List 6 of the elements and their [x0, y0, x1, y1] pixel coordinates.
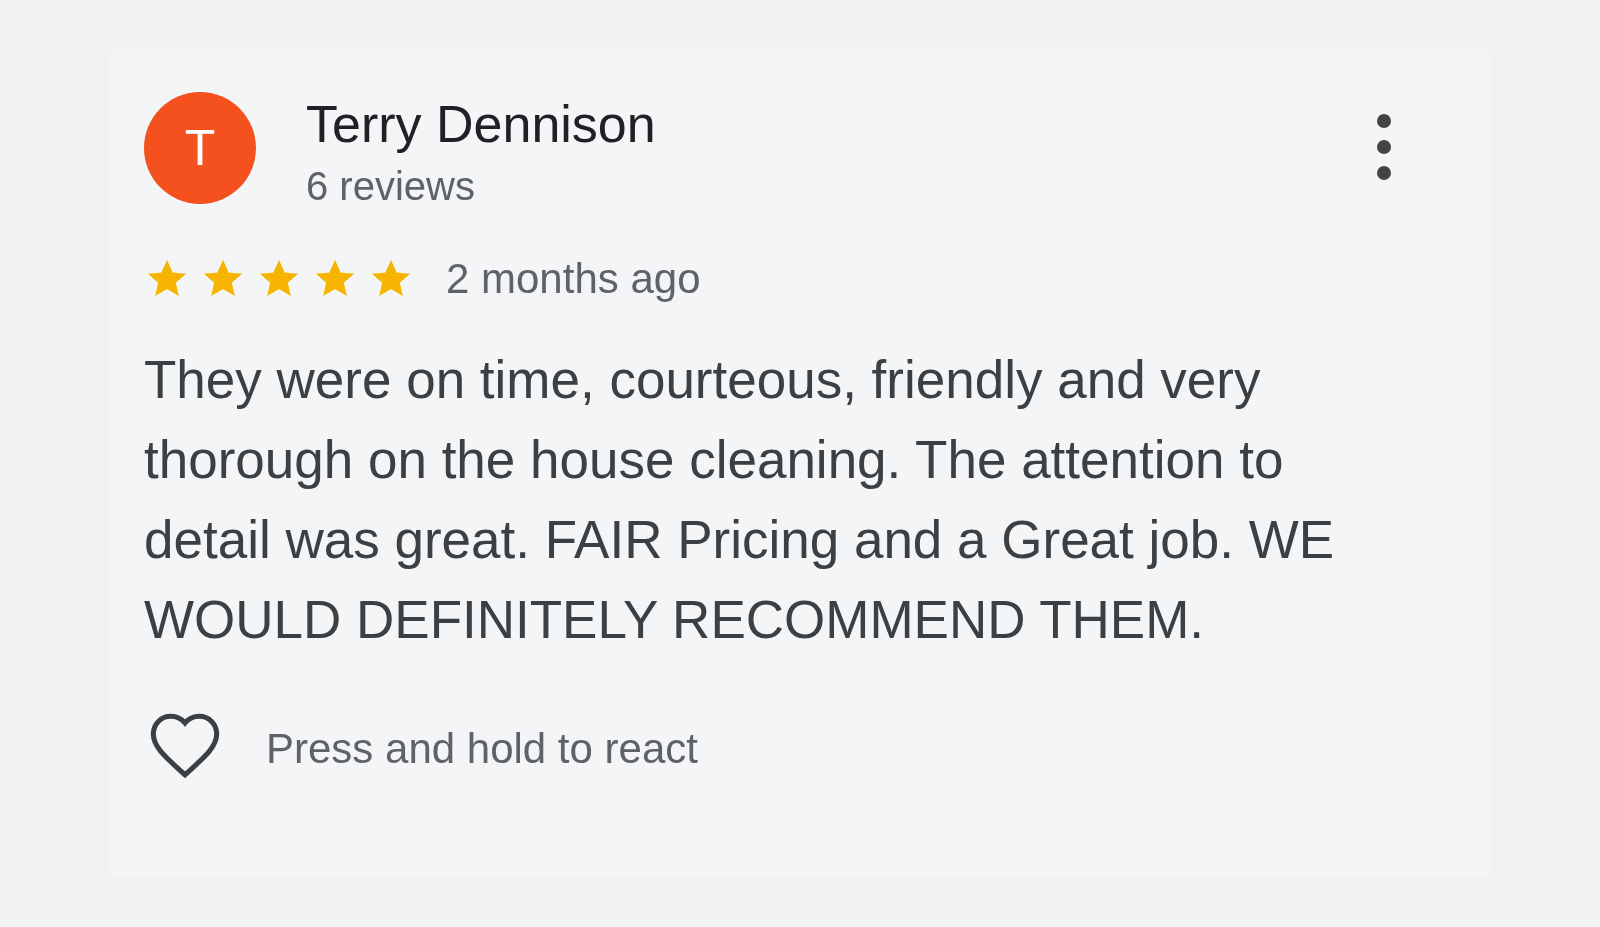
review-text: They were on time, courteous, friendly and very thorough on the house cleaning. The attention to detail was great. FAIR Pricing and a Great job. WE WOULD DEFINITELY RECOMMEND THEM. — [144, 349, 1336, 651]
review-count: 6 reviews — [306, 163, 476, 210]
avatar: T — [144, 92, 256, 204]
react-hint: Press and hold to react — [266, 723, 698, 774]
review-time: 2 months ago — [446, 254, 701, 304]
author-name: Terry Dennison — [306, 94, 656, 155]
